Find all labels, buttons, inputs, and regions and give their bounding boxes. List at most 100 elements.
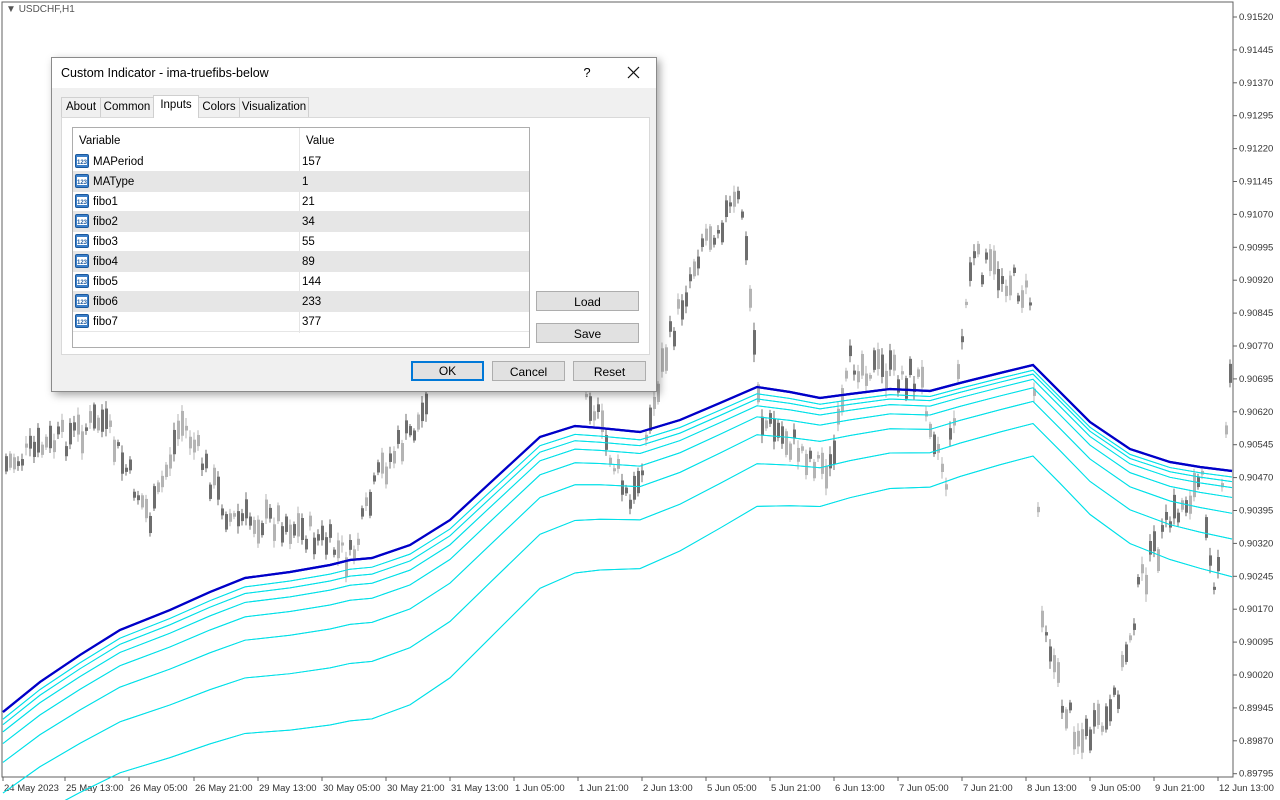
tab-colors[interactable]: Colors xyxy=(198,97,240,117)
candle-body xyxy=(733,191,736,207)
candle-body xyxy=(901,371,904,375)
candle-body xyxy=(1069,702,1072,711)
price-axis-label: 0.91070 xyxy=(1239,209,1273,220)
integer-param-icon: 123 xyxy=(75,254,89,268)
param-value[interactable]: 144 xyxy=(302,272,321,292)
param-row-fibo3[interactable]: 123 fibo3 55 xyxy=(73,232,529,252)
param-row-fibo4[interactable]: 123 fibo4 89 xyxy=(73,252,529,272)
help-button[interactable]: ? xyxy=(572,58,602,88)
candle-body xyxy=(1085,718,1088,736)
close-button[interactable] xyxy=(616,58,650,88)
column-header-variable[interactable]: Variable xyxy=(73,128,299,152)
tab-common[interactable]: Common xyxy=(100,97,154,117)
candle-body xyxy=(1037,506,1040,513)
candle-body xyxy=(117,442,120,446)
candle-body xyxy=(361,508,364,517)
candle-body xyxy=(141,495,144,508)
column-header-value[interactable]: Value xyxy=(300,128,529,152)
candle-body xyxy=(957,364,960,379)
candle-body xyxy=(685,292,688,307)
candle-body xyxy=(37,427,40,453)
candle-body xyxy=(909,358,912,375)
candle-body xyxy=(125,467,128,472)
candle-body xyxy=(629,499,632,509)
param-value[interactable]: 157 xyxy=(302,152,321,172)
dialog-title: Custom Indicator - ima-truefibs-below xyxy=(61,66,269,80)
price-axis-label: 0.90395 xyxy=(1239,506,1273,517)
integer-param-icon: 123 xyxy=(75,174,89,188)
candle-body xyxy=(1129,635,1132,641)
candle-body xyxy=(249,516,252,526)
candle-body xyxy=(61,419,64,432)
candle-body xyxy=(1217,557,1220,572)
candle-body xyxy=(337,540,340,559)
param-value[interactable]: 1 xyxy=(302,172,308,192)
candle-body xyxy=(293,524,296,536)
param-row-fibo1[interactable]: 123 fibo1 21 xyxy=(73,192,529,212)
candle-body xyxy=(389,453,392,462)
candle-body xyxy=(369,491,372,516)
candle-body xyxy=(777,422,780,438)
candle-body xyxy=(1113,687,1116,695)
candle-body xyxy=(961,336,964,343)
candle-body xyxy=(217,476,220,500)
param-name: fibo6 xyxy=(93,296,118,308)
candle-body xyxy=(329,524,332,538)
time-axis-label: 30 May 05:00 xyxy=(323,783,381,794)
price-axis-label: 0.90695 xyxy=(1239,374,1273,385)
param-row-maperiod[interactable]: 123 MAPeriod 157 xyxy=(73,152,529,172)
candle-body xyxy=(137,495,140,501)
candle-body xyxy=(93,404,96,429)
load-button[interactable]: Load xyxy=(536,291,639,311)
candle-body xyxy=(229,513,232,522)
candle-body xyxy=(1057,662,1060,683)
param-row-fibo5[interactable]: 123 fibo5 144 xyxy=(73,272,529,292)
dialog-titlebar[interactable]: Custom Indicator - ima-truefibs-below ? xyxy=(52,58,656,88)
param-value[interactable]: 233 xyxy=(302,292,321,312)
tab-visualization[interactable]: Visualization xyxy=(239,97,309,117)
time-axis-label: 9 Jun 21:00 xyxy=(1155,783,1205,794)
param-row-fibo2[interactable]: 123 fibo2 34 xyxy=(73,212,529,232)
param-value[interactable]: 34 xyxy=(302,212,315,232)
candle-body xyxy=(793,429,796,439)
param-value[interactable]: 21 xyxy=(302,192,315,212)
time-axis-label: 24 May 2023 xyxy=(4,783,59,794)
param-value[interactable]: 55 xyxy=(302,232,315,252)
param-value[interactable]: 89 xyxy=(302,252,315,272)
candle-body xyxy=(201,463,204,470)
param-row-matype[interactable]: 123 MAType 1 xyxy=(73,172,529,192)
candle-body xyxy=(749,288,752,308)
tab-inputs[interactable]: Inputs xyxy=(153,95,199,118)
ok-button[interactable]: OK xyxy=(411,361,484,381)
candle-body xyxy=(169,454,172,469)
svg-text:123: 123 xyxy=(77,260,88,266)
grid-header: Variable Value xyxy=(73,128,529,152)
reset-button[interactable]: Reset xyxy=(573,361,646,381)
candle-body xyxy=(985,252,988,260)
candle-body xyxy=(49,425,52,449)
tab-about[interactable]: About xyxy=(61,97,101,117)
time-axis-label: 1 Jun 05:00 xyxy=(515,783,565,794)
save-button[interactable]: Save xyxy=(536,323,639,343)
candle-body xyxy=(13,457,16,470)
candle-body xyxy=(417,414,420,430)
close-icon xyxy=(627,66,640,79)
price-axis-label: 0.90170 xyxy=(1239,604,1273,615)
cancel-button[interactable]: Cancel xyxy=(492,361,565,381)
price-axis-label: 0.90020 xyxy=(1239,670,1273,681)
svg-text:123: 123 xyxy=(77,160,88,166)
candle-body xyxy=(889,350,892,370)
candle-body xyxy=(721,222,724,243)
price-axis-label: 0.91220 xyxy=(1239,144,1273,155)
price-axis-label: 0.90845 xyxy=(1239,308,1273,319)
candle-body xyxy=(269,507,272,519)
candle-body xyxy=(1013,267,1016,273)
candle-body xyxy=(1125,644,1128,662)
param-value[interactable]: 377 xyxy=(302,312,321,332)
price-axis-label: 0.91520 xyxy=(1239,12,1273,23)
price-axis-label: 0.91295 xyxy=(1239,111,1273,122)
param-row-fibo7[interactable]: 123 fibo7 377 xyxy=(73,312,529,332)
price-axis-label: 0.91145 xyxy=(1239,177,1273,188)
param-row-fibo6[interactable]: 123 fibo6 233 xyxy=(73,292,529,312)
candle-body xyxy=(661,348,664,372)
